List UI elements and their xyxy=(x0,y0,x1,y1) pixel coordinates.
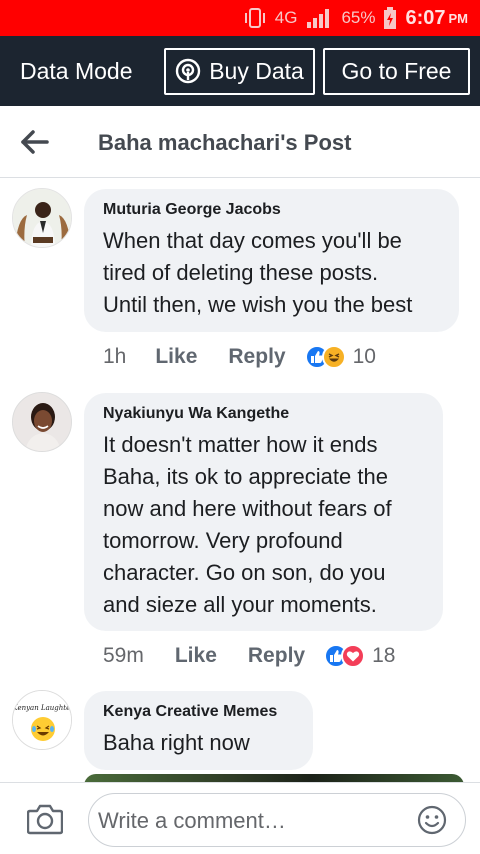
comment-timestamp[interactable]: 1h xyxy=(103,345,126,369)
comment-bubble: Kenya Creative Memes Baha right now xyxy=(84,691,313,770)
buy-data-label: Buy Data xyxy=(209,57,304,84)
comment-author[interactable]: Nyakiunyu Wa Kangethe xyxy=(103,405,423,423)
comment-composer: Write a comment… xyxy=(0,782,480,854)
comment-line: Until then, we wish you the best xyxy=(103,292,413,317)
camera-icon[interactable] xyxy=(26,803,64,835)
reaction-count: 10 xyxy=(352,345,376,368)
go-to-free-label: Go to Free xyxy=(341,57,452,84)
avatar[interactable]: Kenyan Laughter xyxy=(12,690,72,750)
reply-button[interactable]: Reply xyxy=(228,345,285,369)
comment-line: tired of deleting these posts. xyxy=(103,260,379,285)
page-title: Baha machachari's Post xyxy=(98,130,352,155)
vibrate-icon xyxy=(243,7,267,29)
arrow-left-icon[interactable] xyxy=(20,128,50,156)
buy-data-button[interactable]: Buy Data xyxy=(164,47,315,95)
network-type: 4G xyxy=(274,8,298,27)
post-header: Baha machachari's Post xyxy=(0,106,480,178)
comment-bubble: Muturia George Jacobs When that day come… xyxy=(84,189,459,332)
go-to-free-button[interactable]: Go to Free xyxy=(323,47,470,95)
comment-bubble: Nyakiunyu Wa Kangethe It doesn't matter … xyxy=(84,393,443,631)
battery-icon xyxy=(383,7,397,29)
broadcast-icon xyxy=(175,58,201,84)
data-mode-bar: Data Mode Buy Data Go to Free xyxy=(0,36,480,106)
clock: 6:07 PM xyxy=(405,7,468,30)
comment-line: Baha, its ok to appreciate the xyxy=(103,464,388,489)
comment-input[interactable]: Write a comment… xyxy=(88,793,466,847)
comment-line: When that day comes you'll be xyxy=(103,228,402,253)
clock-time: 6:07 xyxy=(405,6,446,29)
comment-text: Baha right now xyxy=(103,727,293,759)
comment-line: character. Go on son, do you xyxy=(103,560,386,585)
clock-ampm: PM xyxy=(448,10,469,26)
comment-line: tomorrow. Very profound xyxy=(103,528,343,553)
comment-text: It doesn't matter how it ends Baha, its … xyxy=(103,429,423,621)
comment-actions: 59m Like Reply 18 xyxy=(103,644,395,668)
comment-line: now and here without fears of xyxy=(103,496,392,521)
comment-timestamp[interactable]: 59m xyxy=(103,644,144,668)
reply-button[interactable]: Reply xyxy=(248,644,305,668)
reaction-count: 18 xyxy=(372,644,396,667)
like-button[interactable]: Like xyxy=(155,345,197,369)
reactions-summary[interactable]: 10 xyxy=(304,345,376,369)
smiley-icon[interactable] xyxy=(417,805,447,835)
comment-line: Baha right now xyxy=(103,730,250,755)
avatar[interactable] xyxy=(12,392,72,452)
data-mode-label: Data Mode xyxy=(20,57,133,84)
avatar[interactable] xyxy=(12,188,72,248)
comment-text: When that day comes you'll be tired of d… xyxy=(103,225,439,321)
comment-author[interactable]: Kenya Creative Memes xyxy=(103,703,293,721)
avatar-logo-text: Kenyan Laughter xyxy=(13,704,72,712)
comment-line: and sieze all your moments. xyxy=(103,592,377,617)
like-button[interactable]: Like xyxy=(175,644,217,668)
signal-icon xyxy=(305,8,333,28)
love-reaction-icon xyxy=(341,644,366,668)
comment-author[interactable]: Muturia George Jacobs xyxy=(103,201,439,219)
comment-actions: 1h Like Reply 10 xyxy=(103,345,376,369)
comment-line: It doesn't matter how it ends xyxy=(103,432,378,457)
status-bar: 4G 65% 6:07 PM xyxy=(0,0,480,36)
haha-reaction-icon xyxy=(321,345,346,369)
battery-percent: 65% xyxy=(341,8,376,27)
comment-input-placeholder: Write a comment… xyxy=(98,808,286,833)
reactions-summary[interactable]: 18 xyxy=(324,644,395,668)
